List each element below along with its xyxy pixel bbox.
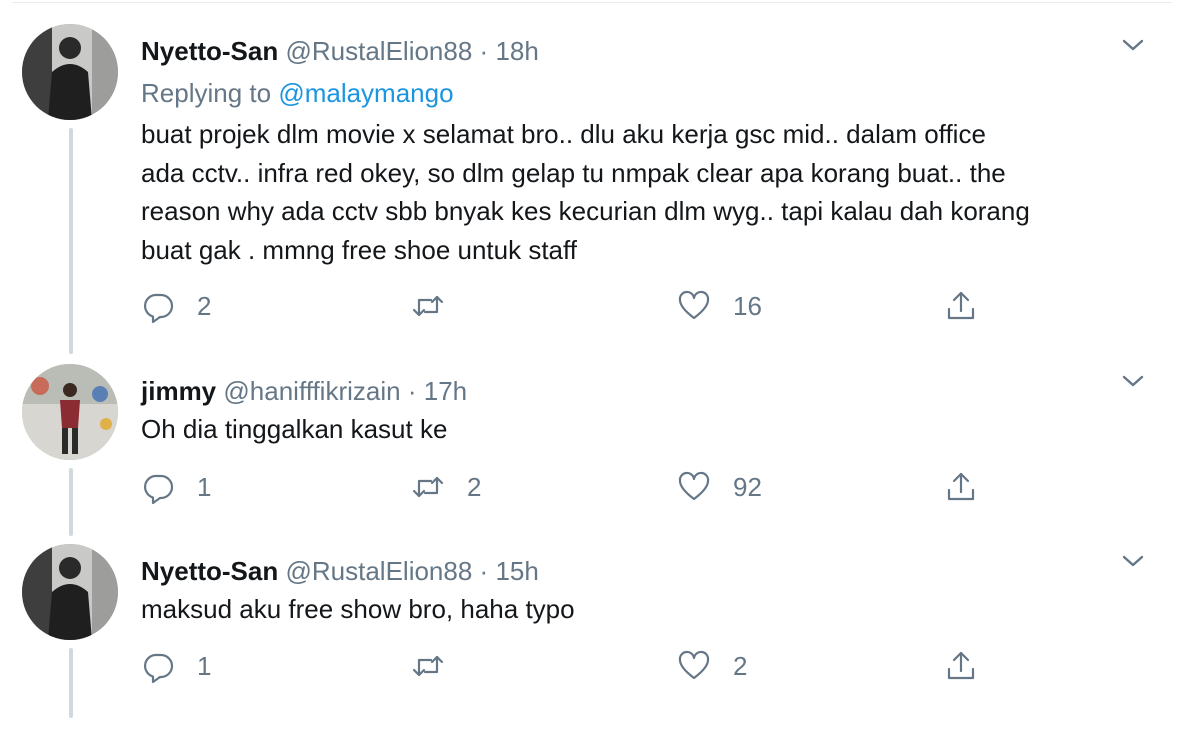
tweet[interactable]: Nyetto-San @RustalElion88 · 15h maksud a…	[0, 544, 1200, 704]
reply-button[interactable]: 2	[141, 286, 211, 326]
like-icon	[678, 650, 710, 680]
reply-icon	[144, 474, 174, 504]
timestamp[interactable]: 17h	[424, 376, 467, 406]
reply-icon	[144, 653, 174, 683]
tweet-menu-button[interactable]	[1118, 546, 1148, 576]
tweet-header: jimmy @hanifffikrizain · 17h	[141, 374, 467, 408]
tweet-text-line: maksud aku free show bro, haha typo	[141, 594, 575, 624]
avatar[interactable]	[22, 364, 118, 460]
display-name[interactable]: Nyetto-San	[141, 36, 278, 66]
separator-dot: ·	[479, 36, 489, 66]
display-name[interactable]: Nyetto-San	[141, 556, 278, 586]
retweet-button[interactable]	[411, 646, 467, 686]
tweet-actions: 1 2	[0, 646, 1200, 686]
retweet-button[interactable]	[411, 286, 467, 326]
replying-to: Replying to @malaymango	[141, 76, 454, 110]
share-button[interactable]	[944, 286, 978, 326]
reply-count: 1	[197, 650, 212, 681]
retweet-count: 2	[467, 471, 482, 502]
tweet[interactable]: jimmy @hanifffikrizain · 17h Oh dia ting…	[0, 364, 1200, 524]
username[interactable]: @hanifffikrizain	[223, 376, 400, 406]
username[interactable]: @RustalElion88	[285, 556, 472, 586]
chevron-down-icon	[1122, 39, 1144, 51]
avatar[interactable]	[22, 24, 118, 120]
tweet-actions: 1 2 92	[0, 467, 1200, 507]
avatar[interactable]	[22, 544, 118, 640]
tweet-text-line: ada cctv.. infra red okey, so dlm gelap …	[141, 157, 1006, 188]
reply-icon	[144, 293, 174, 323]
tweet-text-line: buat gak . mmng free shoe untuk staff	[141, 234, 577, 265]
share-button[interactable]	[944, 646, 978, 686]
tweet-menu-button[interactable]	[1118, 366, 1148, 396]
separator-dot: ·	[479, 556, 489, 586]
chevron-down-icon	[1122, 555, 1144, 567]
top-divider	[12, 2, 1172, 3]
reply-count: 1	[197, 471, 212, 502]
tweet-menu-button[interactable]	[1118, 30, 1148, 60]
like-count: 16	[733, 290, 762, 321]
separator-dot: ·	[407, 376, 417, 406]
username[interactable]: @RustalElion88	[285, 36, 472, 66]
tweet-text: buat projek dlm movie x selamat bro.. dl…	[141, 115, 1141, 269]
tweet-header: Nyetto-San @RustalElion88 · 15h	[141, 554, 539, 588]
retweet-icon	[412, 476, 444, 498]
timestamp[interactable]: 18h	[495, 36, 538, 66]
like-count: 2	[733, 650, 748, 681]
like-button[interactable]: 2	[677, 646, 747, 686]
like-icon	[678, 471, 710, 501]
reply-button[interactable]: 1	[141, 646, 211, 686]
like-button[interactable]: 16	[677, 286, 762, 326]
retweet-icon	[412, 295, 444, 317]
reply-button[interactable]: 1	[141, 467, 211, 507]
tweet-text-line: buat projek dlm movie x selamat bro.. dl…	[141, 119, 986, 149]
retweet-button[interactable]: 2	[411, 467, 481, 507]
like-icon	[678, 290, 710, 320]
display-name[interactable]: jimmy	[141, 376, 216, 406]
chevron-down-icon	[1122, 375, 1144, 387]
tweet-header: Nyetto-San @RustalElion88 · 18h	[141, 34, 539, 68]
like-button[interactable]: 92	[677, 467, 762, 507]
retweet-icon	[412, 655, 444, 677]
tweet[interactable]: Nyetto-San @RustalElion88 · 18h Replying…	[0, 24, 1200, 344]
share-icon	[947, 651, 975, 680]
tweet-actions: 2 16	[0, 286, 1200, 326]
tweet-text: maksud aku free show bro, haha typo	[141, 590, 1141, 629]
replying-to-label: Replying to	[141, 78, 279, 108]
tweet-text-line: Oh dia tinggalkan kasut ke	[141, 414, 448, 444]
share-icon	[947, 291, 975, 320]
tweet-text-line: reason why ada cctv sbb bnyak kes kecuri…	[141, 196, 1030, 226]
share-icon	[947, 472, 975, 501]
share-button[interactable]	[944, 467, 978, 507]
reply-count: 2	[197, 290, 212, 321]
like-count: 92	[733, 471, 762, 502]
replying-to-mention[interactable]: @malaymango	[278, 78, 453, 108]
timestamp[interactable]: 15h	[495, 556, 538, 586]
tweet-text: Oh dia tinggalkan kasut ke	[141, 410, 1141, 449]
